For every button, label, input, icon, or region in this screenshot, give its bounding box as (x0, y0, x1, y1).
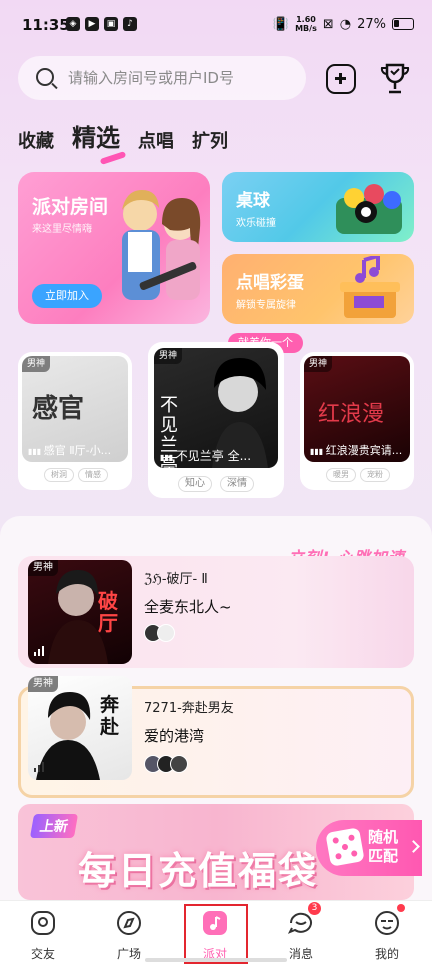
status-time: 11:35 (22, 16, 70, 34)
room-category-tag: 男神 (304, 356, 333, 372)
room-cover: 不见兰亭 男神 ▮▮▮ 不见兰亭 全... (154, 348, 278, 468)
add-room-button[interactable] (326, 64, 356, 94)
app-notification-icon: ◈ (66, 17, 80, 31)
list-cover-text: 破厅 (98, 589, 118, 635)
couple-illustration (122, 190, 201, 300)
nav-plaza[interactable]: 广场 (86, 901, 172, 964)
room-cover: 感官 男神 ▮▮▮ 感官 Ⅱ厅-小... (22, 356, 128, 462)
banner-title: 每日充值福袋 (78, 849, 319, 893)
join-now-button[interactable]: 立即加入 (32, 284, 102, 308)
room-card[interactable]: 不见兰亭 男神 ▮▮▮ 不见兰亭 全... 知心 深情 (148, 342, 284, 498)
room-chip: 暖男 (326, 468, 356, 482)
room-title: 爱的港湾 (144, 727, 205, 745)
room-cover-text: 感官 (32, 394, 85, 424)
song-card-subtitle: 解锁专属旋律 (236, 300, 296, 311)
list-room-cover: 奔赴 男神 (28, 676, 132, 780)
vibrate-icon: 📳 (272, 16, 290, 32)
battery-icon (392, 18, 414, 30)
trophy-icon[interactable] (380, 62, 410, 96)
room-cover: 红浪漫 男神 ▮▮▮ 红浪漫贵宾请... (304, 356, 410, 462)
room-name: ▮▮▮ 感官 Ⅱ厅-小... (28, 444, 112, 457)
tab-featured[interactable]: 精选 (72, 118, 120, 153)
list-item[interactable]: 奔赴 男神 7271-奔赴男友 爱的港湾 (18, 676, 414, 798)
net-speed: 1.60 MB/s (295, 15, 317, 33)
box-notification-icon: ▣ (104, 17, 118, 31)
list-cover-text: 奔赴 (100, 694, 120, 738)
room-card[interactable]: 感官 男神 ▮▮▮ 感官 Ⅱ厅-小... 树洞 情感 (18, 352, 132, 490)
wifi-icon: ◔ (339, 16, 352, 32)
room-category-tag: 男神 (154, 348, 183, 364)
notification-icons: ◈ ▶ ▣ ♪ (66, 17, 137, 31)
battery-percent: 27% (357, 16, 386, 32)
room-category-tag: 男神 (22, 356, 51, 372)
profile-icon (375, 911, 399, 935)
tiktok-notification-icon: ♪ (123, 17, 137, 31)
room-card[interactable]: 红浪漫 男神 ▮▮▮ 红浪漫贵宾请... 暖男 宠粉 (300, 352, 414, 490)
avatar (157, 624, 175, 642)
status-bar: 11:35 ◈ ▶ ▣ ♪ 📳 1.60 MB/s ⊠ ◔ 27% (0, 0, 432, 48)
party-card-subtitle: 来这里尽情嗨 (32, 224, 92, 235)
nav-label: 我的 (374, 947, 399, 961)
search-input[interactable] (68, 66, 288, 90)
sim-icon: ⊠ (322, 16, 334, 32)
room-name: ▮▮▮ 红浪漫贵宾请... (310, 444, 403, 457)
audio-bars-icon (34, 646, 44, 656)
song-card-title: 点唱彩蛋 (236, 273, 304, 293)
room-name: ▮▮▮ 不见兰亭 全... (160, 449, 252, 463)
room-cover-text: 红浪漫 (318, 402, 385, 427)
play-notification-icon: ▶ (85, 17, 99, 31)
category-tabs: 收藏 精选 点唱 扩列 (18, 118, 228, 153)
room-id: ℨℌ-破厅- Ⅱ (144, 572, 208, 587)
search-icon (36, 68, 54, 86)
billiards-subtitle: 欢乐碰撞 (236, 218, 276, 229)
nav-messages[interactable]: 消息 (258, 901, 344, 964)
music-gift-box-icon (340, 256, 400, 318)
room-chip: 知心 (178, 476, 212, 492)
new-tag: 上新 (29, 814, 79, 838)
room-title: 全麦东北人~ (144, 598, 232, 616)
list-room-cover: 破厅 男神 (28, 560, 132, 664)
list-category-tag: 男神 (28, 676, 58, 692)
room-id: 7271-奔赴男友 (144, 701, 234, 716)
nav-profile[interactable]: 我的 (344, 901, 430, 964)
nav-friends[interactable]: 交友 (0, 901, 86, 964)
song-easter-egg-card[interactable]: 点唱彩蛋 解锁专属旋律 (222, 254, 414, 324)
member-avatars (144, 624, 175, 642)
room-chip: 树洞 (44, 468, 74, 482)
chevron-right-icon (407, 840, 420, 853)
billiards-title: 桌球 (236, 191, 270, 211)
random-match-button[interactable]: 随机 匹配 (316, 820, 422, 876)
audio-bars-icon (34, 762, 44, 772)
member-avatars (144, 755, 188, 773)
avatar (170, 755, 188, 773)
profile-notification-dot (397, 904, 405, 912)
billiard-balls-icon (336, 184, 402, 234)
party-card-title: 派对房间 (32, 196, 109, 218)
party-room-card[interactable]: 派对房间 来这里尽情嗨 立即加入 (18, 172, 210, 324)
billiards-card[interactable]: 桌球 欢乐碰撞 (222, 172, 414, 242)
dice-icon (325, 827, 365, 867)
selected-tab-highlight (184, 904, 248, 964)
tab-song-request[interactable]: 点唱 (138, 127, 174, 153)
compass-icon (117, 911, 141, 935)
search-bar[interactable] (18, 56, 306, 100)
room-chip: 宠粉 (360, 468, 390, 482)
message-count-badge: 3 (308, 902, 321, 915)
list-item[interactable]: 破厅 男神 ℨℌ-破厅- Ⅱ 全麦东北人~ (18, 556, 414, 668)
friends-icon (31, 911, 55, 935)
tab-favorites[interactable]: 收藏 (18, 127, 54, 153)
list-category-tag: 男神 (28, 560, 58, 576)
home-indicator (145, 958, 287, 962)
status-right: 📳 1.60 MB/s ⊠ ◔ 27% (273, 15, 414, 33)
nav-label: 交友 (30, 947, 55, 961)
room-chip: 深情 (220, 476, 254, 492)
tab-expand-list[interactable]: 扩列 (192, 127, 228, 153)
random-match-label: 随机 匹配 (368, 828, 399, 865)
room-chip: 情感 (78, 468, 108, 482)
